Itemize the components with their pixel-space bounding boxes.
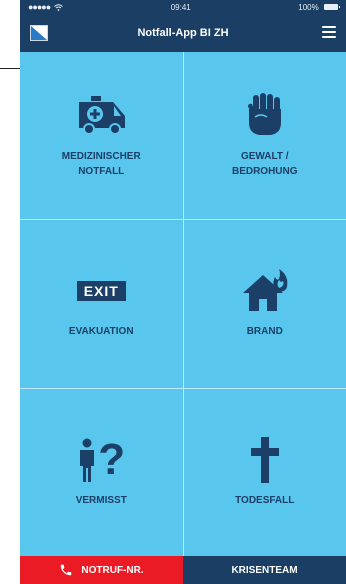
tile-label-line2: NOTFALL: [78, 165, 125, 177]
tile-label: TODESFALL: [235, 493, 294, 508]
person-icon: [80, 438, 95, 482]
ambulance-icon: [73, 93, 129, 139]
tile-label: GEWALT / BEDROHUNG: [232, 149, 298, 179]
bottom-bar: NOTRUF-NR. KRISENTEAM: [20, 556, 346, 584]
wifi-icon: [54, 3, 64, 11]
tile-label: BRAND: [247, 324, 283, 339]
fist-icon: [245, 92, 285, 139]
tile-label-line1: VERMISST: [75, 494, 127, 506]
header-bar: Notfall-App BI ZH: [20, 14, 346, 52]
emergency-grid: MEDIZINISCHER NOTFALL GEWALT / BEDROHUNG…: [20, 52, 346, 556]
tile-label-line1: BRAND: [246, 326, 283, 338]
tile-label: EVAKUATION: [69, 324, 134, 339]
question-mark-icon: ?: [98, 434, 126, 484]
tile-todesfall[interactable]: TODESFALL: [183, 388, 346, 556]
status-bar: ●●●●● 09:41 100%: [20, 0, 346, 14]
tile-vermisst[interactable]: ? VERMISST: [20, 388, 183, 556]
exit-sign-text: EXIT: [76, 281, 126, 302]
krisenteam-button[interactable]: KRISENTEAM: [183, 556, 346, 584]
signal-indicator: ●●●●●: [28, 2, 64, 12]
app-screen: ●●●●● 09:41 100% Notfall-App BI ZH MEDIZ…: [20, 0, 346, 584]
tile-gewalt-bedrohung[interactable]: GEWALT / BEDROHUNG: [183, 52, 346, 220]
phone-icon: [61, 564, 72, 576]
battery-percent: 100%: [298, 2, 319, 12]
notruf-label: NOTRUF-NR.: [81, 564, 144, 576]
hamburger-menu-button[interactable]: [322, 26, 336, 38]
person-question-icon: ?: [77, 437, 125, 483]
app-title: Notfall-App BI ZH: [137, 27, 229, 39]
tile-label-line1: EVAKUATION: [68, 326, 134, 338]
tile-label-line1: GEWALT /: [240, 150, 289, 162]
tile-label: VERMISST: [76, 493, 127, 508]
battery-indicator: 100%: [298, 2, 340, 12]
tile-label-line1: MEDIZINISCHER: [61, 150, 141, 162]
signal-dots-icon: ●●●●●: [28, 2, 51, 12]
tile-label: MEDIZINISCHER NOTFALL: [62, 149, 141, 179]
tile-brand[interactable]: BRAND: [183, 220, 346, 388]
exit-sign-icon: EXIT: [76, 268, 126, 314]
tile-label-line2: BEDROHUNG: [231, 165, 298, 177]
cross-icon: [250, 436, 279, 483]
tile-medizinischer-notfall[interactable]: MEDIZINISCHER NOTFALL: [20, 52, 183, 220]
battery-icon: [323, 4, 340, 11]
tile-label-line1: TODESFALL: [235, 494, 295, 506]
canton-logo-icon: [30, 25, 48, 41]
krisenteam-label: KRISENTEAM: [231, 564, 298, 576]
status-time: 09:41: [170, 2, 191, 12]
house-fire-icon: [241, 268, 289, 314]
notruf-button[interactable]: NOTRUF-NR.: [20, 556, 183, 584]
tile-evakuation[interactable]: EXIT EVAKUATION: [20, 220, 183, 388]
